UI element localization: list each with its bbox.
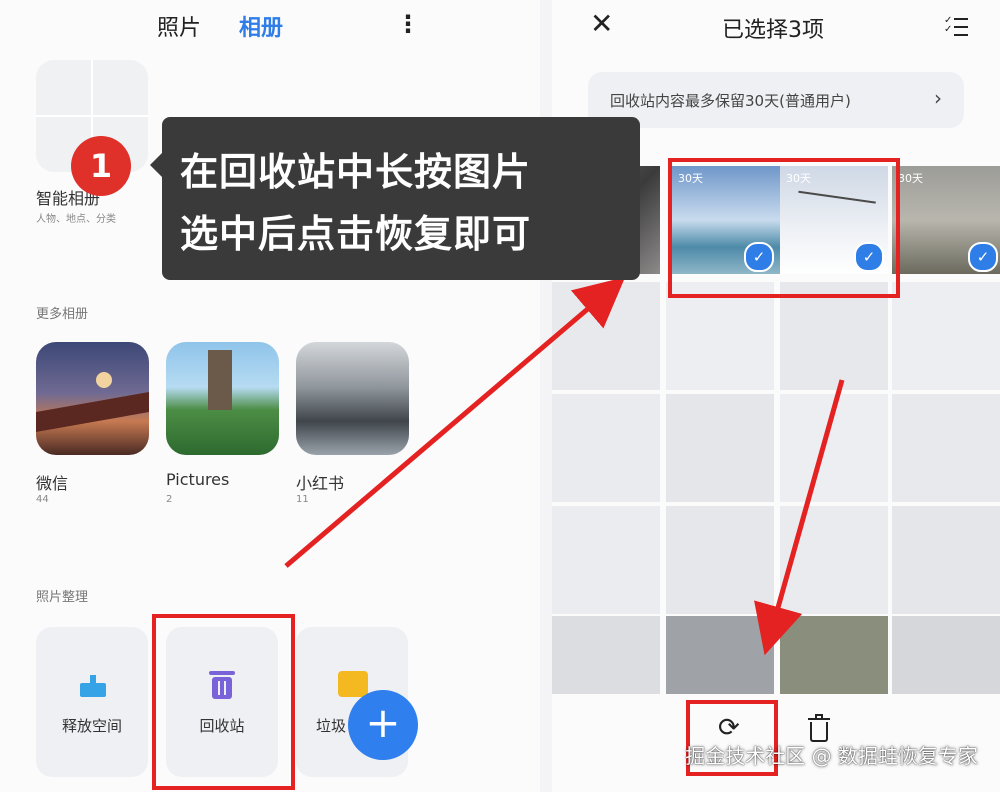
arrow-to-restore — [754, 379, 845, 656]
callout-line-2: 选中后点击恢复即可 — [180, 212, 532, 256]
watermark: 掘金技术社区 @ 数据蛙恢复专家 — [685, 744, 978, 768]
arrow-to-photos — [284, 277, 626, 568]
instruction-callout: 在回收站中长按图片 选中后点击恢复即可 — [150, 117, 640, 280]
callout-line-1: 在回收站中长按图片 — [180, 150, 532, 194]
step-number-badge: 1 — [71, 136, 131, 196]
